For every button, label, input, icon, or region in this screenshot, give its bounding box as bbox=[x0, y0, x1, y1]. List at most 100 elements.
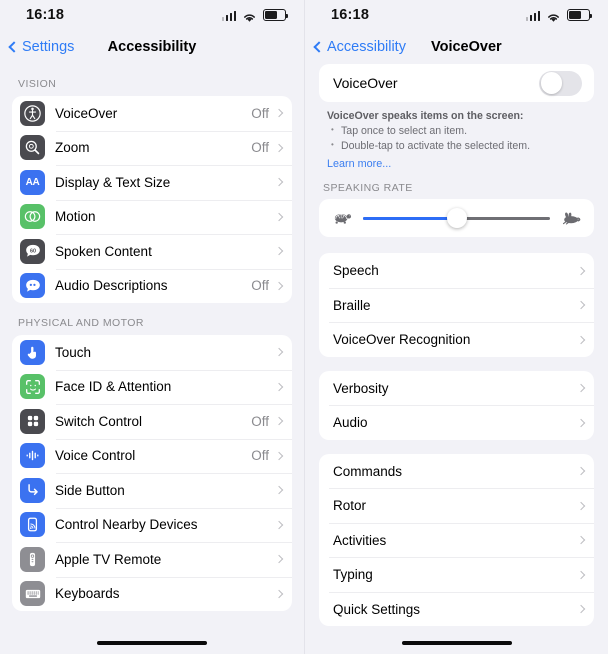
list-item-label: VoiceOver bbox=[55, 105, 118, 121]
learn-more-link[interactable]: Learn more... bbox=[327, 157, 391, 172]
chevron-right-icon bbox=[274, 520, 284, 529]
list-item-zoom[interactable]: Zoom Off bbox=[12, 130, 292, 166]
wifi-icon bbox=[546, 10, 561, 22]
chevron-right-icon bbox=[576, 501, 586, 510]
zoom-magnifier-icon bbox=[20, 135, 45, 161]
chevron-right-icon bbox=[274, 247, 284, 256]
chevron-right-icon bbox=[576, 418, 586, 427]
list-item-label: Apple TV Remote bbox=[55, 551, 162, 567]
list-item-rotor[interactable]: Rotor bbox=[319, 488, 594, 523]
nav-bar-left: Settings Accessibility bbox=[0, 30, 304, 64]
chevron-right-icon bbox=[274, 143, 284, 152]
status-icons bbox=[525, 9, 592, 22]
chevron-right-icon bbox=[274, 555, 284, 564]
chevron-left-icon bbox=[8, 41, 20, 53]
touch-hand-icon bbox=[20, 339, 45, 365]
chevron-right-icon bbox=[274, 212, 284, 221]
svg-text:60: 60 bbox=[30, 249, 36, 255]
control-nearby-devices-icon bbox=[20, 512, 45, 538]
list-item-audio[interactable]: Audio bbox=[319, 405, 594, 440]
description-bullets: Tap once to select an item. Double-tap t… bbox=[327, 124, 586, 154]
list-item-label: Quick Settings bbox=[333, 601, 421, 617]
back-to-settings-button[interactable]: Settings bbox=[8, 39, 75, 55]
chevron-right-icon bbox=[576, 570, 586, 579]
voiceover-toggle-switch[interactable] bbox=[539, 70, 582, 96]
list-item-display-text-size[interactable]: AA Display & Text Size bbox=[12, 165, 292, 200]
list-item-activities[interactable]: Activities bbox=[319, 522, 594, 558]
list-item-keyboards[interactable]: Keyboards bbox=[12, 576, 292, 612]
list-item-side-button[interactable]: Side Button bbox=[12, 473, 292, 508]
list-item-label: Touch bbox=[55, 344, 92, 360]
list-item-voice-control[interactable]: Voice Control Off bbox=[12, 438, 292, 474]
wifi-icon bbox=[242, 10, 257, 22]
status-icons bbox=[221, 9, 288, 22]
list-item-label: Side Button bbox=[55, 482, 125, 498]
list-item-motion[interactable]: Motion bbox=[12, 199, 292, 235]
list-item-value: Off bbox=[251, 448, 269, 464]
description-bullet: Double-tap to activate the selected item… bbox=[331, 139, 586, 154]
side-button-icon bbox=[20, 477, 45, 503]
list-item-label: Display & Text Size bbox=[55, 174, 171, 190]
accessibility-screen: 16:18 Settings Accessibility VISION Voic… bbox=[0, 0, 304, 654]
speaking-rate-slider[interactable] bbox=[363, 208, 550, 229]
voiceover-toggle-row[interactable]: VoiceOver bbox=[319, 64, 594, 102]
home-indicator-right bbox=[401, 640, 512, 645]
list-item-control-nearby-devices[interactable]: Control Nearby Devices bbox=[12, 507, 292, 543]
nav-bar-right: Accessibility VoiceOver bbox=[305, 30, 608, 64]
voiceover-toggle-label: VoiceOver bbox=[333, 75, 398, 91]
switch-control-icon bbox=[20, 408, 45, 434]
voiceover-toggle-card: VoiceOver bbox=[319, 64, 594, 102]
chevron-right-icon bbox=[274, 281, 284, 290]
chevron-right-icon bbox=[274, 382, 284, 391]
chevron-right-icon bbox=[274, 109, 284, 118]
list-item-label: VoiceOver Recognition bbox=[333, 332, 471, 348]
display-text-size-icon: AA bbox=[20, 169, 45, 195]
list-item-apple-tv-remote[interactable]: Apple TV Remote bbox=[12, 542, 292, 577]
list-item-quick-settings[interactable]: Quick Settings bbox=[319, 591, 594, 627]
home-indicator-left bbox=[97, 640, 207, 645]
slider-fill bbox=[363, 216, 457, 220]
speaking-rate-card bbox=[319, 199, 594, 238]
list-item-commands[interactable]: Commands bbox=[319, 454, 594, 489]
list-item-label: Typing bbox=[333, 567, 373, 583]
speech-group-card: Speech Braille VoiceOver Recognition bbox=[319, 253, 594, 357]
list-item-face-id-attention[interactable]: Face ID & Attention bbox=[12, 369, 292, 405]
chevron-right-icon bbox=[576, 466, 586, 476]
dual-screen-container: 16:18 Settings Accessibility VISION Voic… bbox=[0, 0, 608, 654]
list-item-label: Voice Control bbox=[55, 448, 136, 464]
voiceover-icon bbox=[20, 100, 45, 126]
apple-tv-remote-icon bbox=[20, 546, 45, 572]
list-item-switch-control[interactable]: Switch Control Off bbox=[12, 404, 292, 439]
list-item-label: Switch Control bbox=[55, 413, 143, 429]
list-item-speech[interactable]: Speech bbox=[319, 253, 594, 288]
chevron-right-icon bbox=[274, 451, 284, 460]
section-header-vision: VISION bbox=[18, 78, 57, 90]
audio-descriptions-icon bbox=[20, 273, 45, 299]
voiceover-description: VoiceOver speaks items on the screen: Ta… bbox=[319, 102, 594, 172]
status-time: 16:18 bbox=[26, 7, 65, 23]
list-item-braille[interactable]: Braille bbox=[319, 287, 594, 323]
list-item-label: Braille bbox=[333, 297, 371, 313]
slider-thumb[interactable] bbox=[446, 208, 467, 229]
list-item-voiceover[interactable]: VoiceOver Off bbox=[12, 96, 292, 131]
voiceover-screen: 16:18 Accessibility VoiceOver VoiceOver … bbox=[304, 0, 608, 654]
list-item-voiceover-recognition[interactable]: VoiceOver Recognition bbox=[319, 322, 594, 357]
list-item-touch[interactable]: Touch bbox=[12, 335, 292, 370]
list-item-label: Audio bbox=[333, 415, 368, 431]
chevron-right-icon bbox=[576, 535, 586, 545]
status-time: 16:18 bbox=[331, 7, 370, 23]
list-item-typing[interactable]: Typing bbox=[319, 557, 594, 592]
list-item-verbosity[interactable]: Verbosity bbox=[319, 371, 594, 406]
back-to-accessibility-button[interactable]: Accessibility bbox=[313, 39, 406, 55]
chevron-right-icon bbox=[576, 335, 586, 344]
back-label: Settings bbox=[22, 39, 75, 55]
list-item-audio-descriptions[interactable]: Audio Descriptions Off bbox=[12, 268, 292, 304]
cellular-signal-icon bbox=[221, 10, 236, 21]
list-item-label: Commands bbox=[333, 463, 403, 479]
commands-group-card: Commands Rotor Activities Typing Quick S… bbox=[319, 453, 594, 627]
list-item-label: Keyboards bbox=[55, 586, 120, 602]
chevron-left-icon bbox=[313, 41, 325, 53]
chevron-right-icon bbox=[274, 348, 284, 357]
list-item-spoken-content[interactable]: 60 Spoken Content bbox=[12, 234, 292, 269]
description-bullet: Tap once to select an item. bbox=[331, 124, 586, 139]
